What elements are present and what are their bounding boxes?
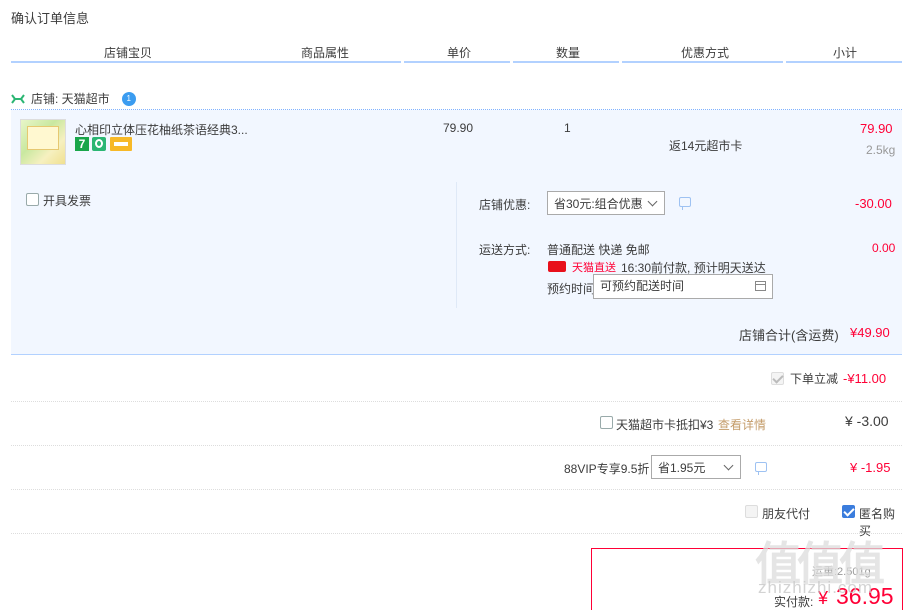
tmall-shop-icon (11, 93, 25, 104)
column-underline (11, 61, 401, 63)
view-details-link[interactable]: 查看详情 (718, 416, 766, 433)
shop-discount-label: 店铺优惠: (479, 198, 531, 212)
vip-discount-value: 省1.95元 (658, 460, 706, 475)
page-title: 确认订单信息 (11, 11, 90, 26)
column-header-item: 店铺宝贝 (104, 46, 153, 60)
guarantee-icon (92, 137, 106, 151)
shop-total-label: 店铺合计(含运费) (739, 328, 839, 343)
message-icon[interactable] (679, 197, 691, 210)
instant-discount-label: 下单立减 (790, 372, 839, 386)
divider (456, 182, 457, 308)
supermarket-card-amount: ¥ -3.00 (845, 413, 889, 429)
friend-pay-label: 朋友代付 (762, 507, 811, 521)
vip-discount-amount: ¥ -1.95 (850, 460, 891, 475)
reserve-time-label: 预约时间 (547, 282, 596, 296)
friend-pay-checkbox[interactable] (745, 505, 758, 518)
column-header-quantity: 数量 (556, 46, 581, 60)
invoice-checkbox[interactable] (26, 193, 39, 206)
invoice-label: 开具发票 (43, 194, 92, 208)
column-underline (513, 61, 619, 63)
column-underline (786, 61, 902, 63)
supermarket-card-label: 天猫超市卡抵扣¥3 (616, 418, 714, 432)
divider (11, 489, 902, 490)
chevron-down-icon (647, 196, 658, 207)
column-header-discount: 优惠方式 (681, 46, 730, 60)
quantity-value: 1 (564, 121, 571, 135)
shipping-amount: 0.00 (872, 241, 896, 255)
divider (11, 401, 902, 402)
column-header-price: 单价 (447, 46, 472, 60)
shipping-label: 运送方式: (479, 243, 531, 257)
chevron-down-icon (723, 460, 734, 471)
card-payment-icon (110, 137, 132, 151)
column-underline (622, 61, 783, 63)
divider (11, 445, 902, 446)
shipping-method: 普通配送 快递 免邮 (547, 243, 650, 257)
product-thumbnail[interactable] (20, 119, 66, 165)
anonymous-purchase-checkbox[interactable] (842, 505, 855, 518)
column-header-attributes: 商品属性 (301, 46, 350, 60)
reserve-time-input[interactable]: 可预约配送时间 (593, 274, 773, 299)
watermark-domain: zhizhizhi.com (758, 578, 874, 597)
tmall-direct-tag: 天猫直送 (572, 262, 616, 274)
wangwang-icon[interactable]: 1 (121, 91, 136, 106)
unit-price: 79.90 (443, 121, 474, 135)
calendar-icon[interactable] (755, 281, 766, 291)
instant-discount-amount: -¥11.00 (843, 371, 887, 386)
message-icon[interactable] (755, 462, 767, 475)
shop-discount-value: 省30元:组合优惠 (554, 196, 643, 211)
vip-discount-select[interactable]: 省1.95元 (651, 455, 741, 479)
shop-name[interactable]: 店铺: 天猫超市 (31, 90, 110, 107)
shop-header: 店铺: 天猫超市 1 (11, 90, 136, 107)
shop-discount-select[interactable]: 省30元:组合优惠 (547, 191, 665, 215)
item-weight: 2.5kg (866, 143, 896, 157)
shop-discount-amount: -30.00 (855, 196, 892, 211)
column-underline (404, 61, 510, 63)
item-subtotal: 79.90 (860, 121, 893, 136)
shop-total-amount: ¥49.90 (850, 325, 890, 340)
discount-method: 返14元超市卡 (669, 139, 743, 153)
seven-day-return-icon: 7 (75, 137, 89, 151)
vip-discount-label: 88VIP专享9.5折 (564, 462, 650, 476)
tmall-cat-icon (548, 261, 566, 272)
reserve-time-placeholder: 可预约配送时间 (600, 279, 685, 293)
supermarket-card-checkbox[interactable] (600, 416, 613, 429)
instant-discount-checkbox[interactable] (771, 372, 784, 385)
column-header-subtotal: 小计 (833, 46, 858, 60)
product-title[interactable]: 心相印立体压花柚纸茶语经典3... (75, 121, 255, 138)
